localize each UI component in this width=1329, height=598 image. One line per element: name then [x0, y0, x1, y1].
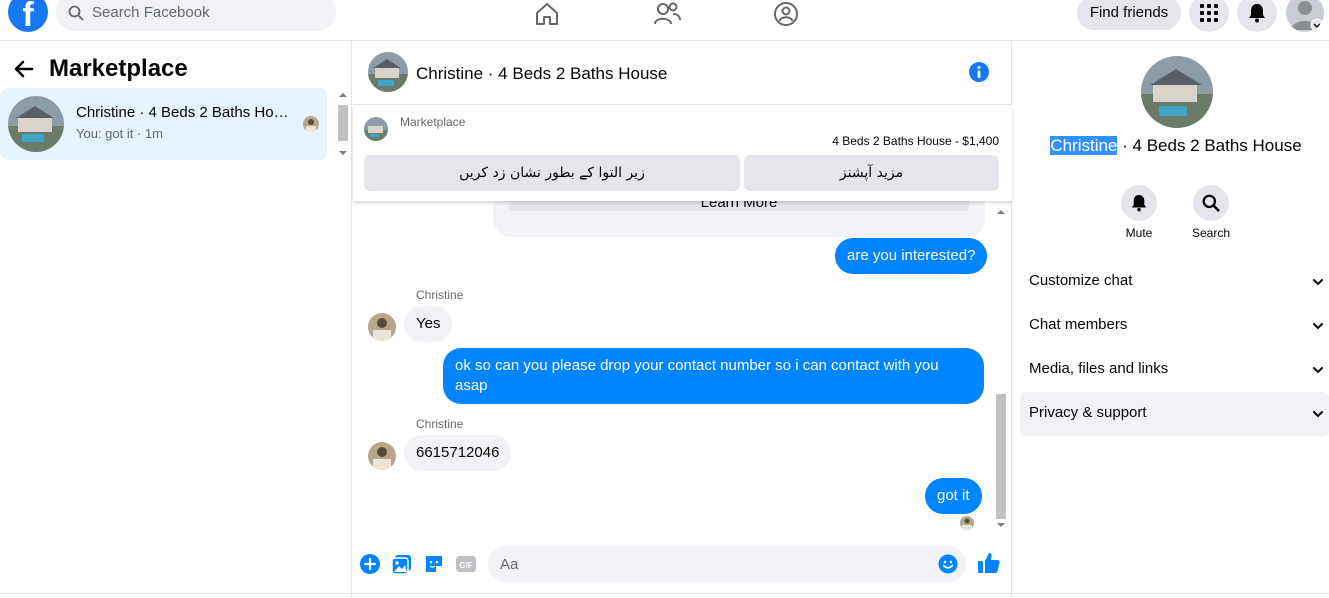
chevron-down-icon	[1313, 411, 1323, 418]
search-button[interactable]: Search	[1181, 185, 1241, 240]
menu-privacy-support[interactable]: Privacy & support	[1020, 392, 1329, 436]
menu-chat-members[interactable]: Chat members	[1020, 304, 1329, 348]
profile-name-rest: · 4 Beds 2 Baths House	[1117, 136, 1302, 155]
sticker-icon[interactable]	[423, 553, 445, 575]
search-icon	[1193, 185, 1229, 221]
listing-price[interactable]: 4 Beds 2 Baths House - $1,400	[832, 134, 999, 148]
message-incoming[interactable]: 6615712046	[404, 435, 512, 471]
chat-panel: Christine · 4 Beds 2 Baths House Marketp…	[353, 41, 1012, 598]
avatar[interactable]	[368, 313, 396, 341]
svg-text:GIF: GIF	[459, 561, 472, 570]
search-label: Search	[1191, 226, 1231, 240]
home-icon[interactable]	[532, 0, 562, 28]
mark-pending-button[interactable]: زیر التوا کے بطور نشان زد کریں	[364, 155, 740, 191]
profile-name: Christine · 4 Beds 2 Baths House	[1013, 136, 1329, 156]
profile-avatar[interactable]	[1141, 56, 1213, 128]
seen-avatar	[303, 116, 319, 132]
conversation-list-panel: Marketplace Christine · 4 Beds 2 Baths H…	[0, 41, 352, 598]
mute-label: Mute	[1125, 226, 1153, 240]
chevron-down-icon	[1313, 367, 1323, 374]
message-card: Learn More	[493, 201, 985, 237]
gif-icon[interactable]: GIF	[455, 553, 477, 575]
thumbs-up-icon[interactable]	[977, 551, 1001, 575]
search-input[interactable]	[92, 1, 322, 23]
message-outgoing[interactable]: got it	[925, 478, 982, 514]
chat-title[interactable]: Christine · 4 Beds 2 Baths House	[416, 64, 667, 84]
photo-icon[interactable]	[391, 553, 413, 575]
account-avatar[interactable]	[1286, 0, 1324, 32]
menu-label: Media, files and links	[1029, 360, 1169, 377]
page-title: Marketplace	[49, 55, 188, 82]
menu-grid-icon[interactable]	[1189, 0, 1229, 32]
conversation-preview: You: got it · 1m	[76, 126, 163, 141]
seen-avatar	[960, 516, 974, 530]
learn-more-button[interactable]: Learn More	[509, 201, 969, 211]
message-outgoing[interactable]: are you interested?	[835, 238, 988, 274]
scrollbar[interactable]	[336, 91, 350, 157]
find-friends-button[interactable]: Find friends	[1077, 0, 1181, 30]
sender-name: Christine	[416, 288, 464, 302]
message-outgoing[interactable]: ok so can you please drop your contact n…	[443, 348, 984, 404]
friends-icon[interactable]	[652, 0, 682, 28]
bell-icon[interactable]	[1237, 0, 1277, 32]
top-navigation-bar: f Find friends	[0, 0, 1329, 41]
info-icon[interactable]	[968, 61, 990, 83]
menu-label: Customize chat	[1029, 272, 1133, 289]
more-options-button[interactable]: مزید آپشنز	[744, 155, 999, 191]
avatar	[8, 96, 64, 152]
message-incoming[interactable]: Yes	[404, 306, 453, 342]
message-composer: GIF	[353, 541, 1012, 591]
menu-label: Privacy & support	[1029, 404, 1147, 421]
mute-button[interactable]: Mute	[1109, 185, 1169, 240]
chevron-down-icon	[1313, 323, 1323, 330]
chevron-down-icon	[1313, 279, 1323, 286]
conversation-name: Christine · 4 Beds 2 Baths House	[76, 104, 291, 121]
emoji-icon[interactable]	[938, 554, 958, 574]
marketplace-listing-card: Marketplace 4 Beds 2 Baths House - $1,40…	[353, 105, 1012, 201]
menu-label: Chat members	[1029, 316, 1128, 333]
divider	[0, 593, 1329, 594]
message-input-box[interactable]	[488, 546, 966, 582]
facebook-logo[interactable]: f	[8, 0, 48, 32]
chat-details-panel: Christine · 4 Beds 2 Baths House Mute Se…	[1013, 41, 1329, 598]
sender-name: Christine	[416, 417, 464, 431]
avatar[interactable]	[368, 442, 396, 470]
scrollbar[interactable]	[994, 201, 1008, 534]
search-box[interactable]	[56, 0, 336, 31]
avatar[interactable]	[368, 52, 408, 92]
listing-thumbnail	[364, 117, 388, 141]
listing-source-label: Marketplace	[400, 115, 466, 129]
conversation-item[interactable]: Christine · 4 Beds 2 Baths House You: go…	[0, 88, 327, 160]
profile-name-first: Christine	[1050, 136, 1118, 155]
bell-icon	[1121, 185, 1157, 221]
menu-customize-chat[interactable]: Customize chat	[1020, 260, 1329, 304]
back-arrow-icon[interactable]	[12, 57, 36, 81]
groups-icon[interactable]	[771, 0, 801, 28]
message-input[interactable]	[500, 554, 920, 574]
plus-icon[interactable]	[359, 553, 381, 575]
menu-media-files-links[interactable]: Media, files and links	[1020, 348, 1329, 392]
message-thread: Learn More are you interested? Christine…	[353, 201, 1012, 534]
chat-header: Christine · 4 Beds 2 Baths House	[353, 41, 1012, 105]
search-icon	[68, 5, 84, 21]
